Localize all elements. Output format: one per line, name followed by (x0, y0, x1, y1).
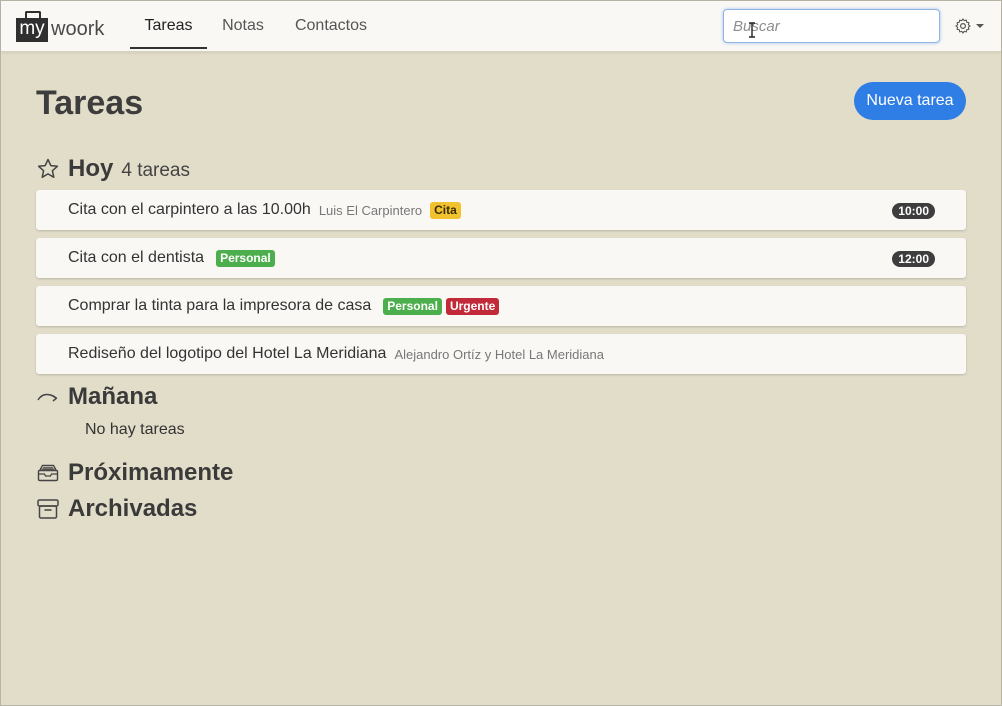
time-badge: 12:00 (892, 251, 935, 267)
task-title: Cita con el carpintero a las 10.00h (68, 201, 311, 218)
task-title: Rediseño del logotipo del Hotel La Merid… (68, 345, 387, 362)
tab-notas[interactable]: Notas (213, 1, 273, 47)
section-header-today[interactable]: Hoy 4 tareas (36, 154, 190, 184)
logo-box-text: my (19, 18, 45, 39)
section-header-tomorrow[interactable]: Mañana (36, 382, 157, 412)
tag-badge-urgente[interactable]: Urgente (445, 297, 500, 315)
navbar: my woork Tareas Notas Contactos (1, 1, 1001, 52)
task-item[interactable]: Cita con el carpintero a las 10.00h Luis… (36, 190, 966, 230)
time-badge: 10:00 (892, 203, 935, 219)
tag-badge-personal[interactable]: Personal (383, 297, 442, 315)
task-item[interactable]: Rediseño del logotipo del Hotel La Merid… (36, 334, 966, 374)
section-title: Próximamente (68, 459, 234, 486)
tag-badge-personal[interactable]: Personal (216, 249, 275, 267)
page-title: Tareas (36, 84, 144, 122)
empty-tasks-message: No hay tareas (85, 421, 185, 438)
task-item[interactable]: Cita con el dentista Personal 12:00 (36, 238, 966, 278)
section-title: Hoy (68, 155, 114, 182)
section-header-archived[interactable]: Archivadas (36, 494, 197, 524)
task-title: Cita con el dentista (68, 249, 205, 266)
tab-contactos[interactable]: Contactos (287, 1, 375, 47)
tag-badge-cita[interactable]: Cita (430, 201, 461, 219)
section-header-upcoming[interactable]: Próximamente (36, 458, 233, 488)
tab-label: Notas (222, 17, 264, 34)
tab-label: Tareas (144, 17, 193, 34)
section-title: Mañana (68, 383, 158, 410)
archive-box-icon (36, 497, 60, 521)
caret-down-icon (976, 24, 984, 28)
task-contact[interactable]: Alejandro Ortíz y Hotel La Meridiana (394, 347, 604, 362)
section-title: Archivadas (68, 495, 198, 522)
logo-text: woork (51, 18, 105, 40)
settings-menu-button[interactable] (954, 16, 990, 36)
task-contact[interactable]: Luis El Carpintero (319, 203, 422, 218)
text-cursor-icon (749, 22, 755, 38)
briefcase-handle-icon (25, 11, 41, 19)
tab-tareas[interactable]: Tareas (130, 1, 207, 49)
task-title: Comprar la tinta para la impresora de ca… (68, 297, 372, 314)
curved-arrow-icon (36, 385, 60, 409)
new-task-button[interactable]: Nueva tarea (854, 82, 966, 120)
task-count: 4 tareas (121, 160, 190, 181)
tab-label: Contactos (294, 17, 368, 34)
gear-icon (955, 18, 971, 34)
logo-mark: my (16, 11, 48, 42)
star-icon (36, 157, 60, 181)
app-logo[interactable]: my woork (16, 10, 104, 42)
inbox-tray-icon (36, 461, 60, 485)
task-item[interactable]: Comprar la tinta para la impresora de ca… (36, 286, 966, 326)
